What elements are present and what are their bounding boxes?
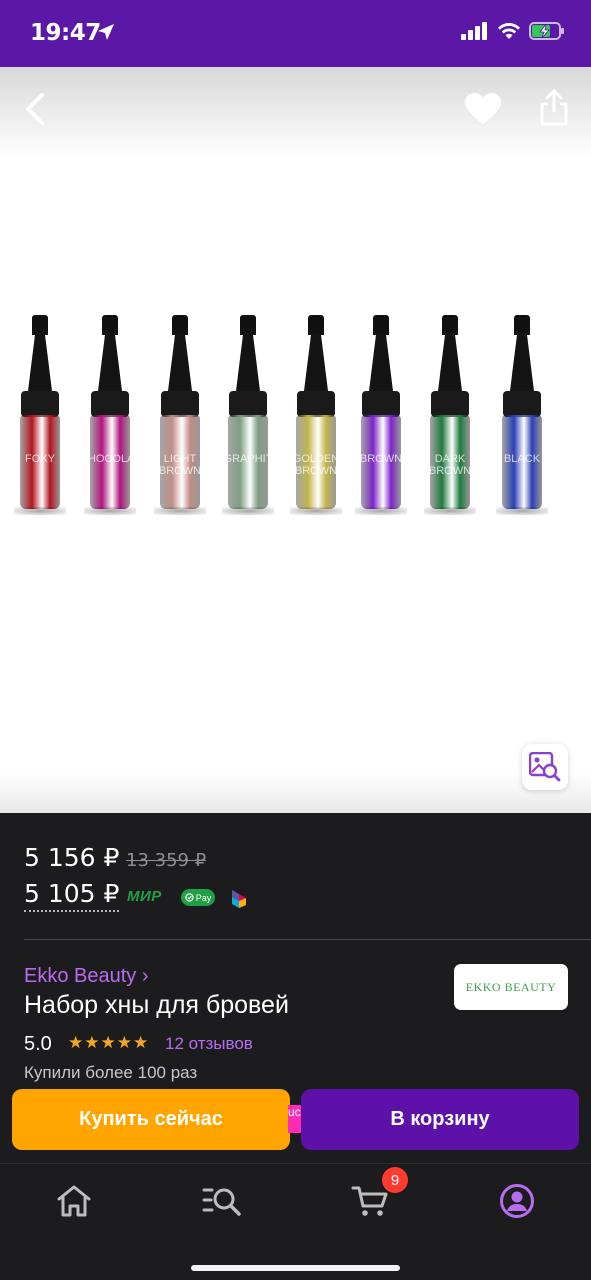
product-title: Набор хны для бровей [24,991,289,1019]
status-indicators [461,22,565,45]
divider [24,939,591,940]
reviews-link[interactable]: 12 отзывов [165,1034,253,1054]
chevron-left-icon [26,93,44,125]
cart-icon [351,1186,388,1216]
bottle: GOLDEN BROWN [290,315,342,515]
tab-profile[interactable] [497,1181,537,1221]
tab-bar: 9 [0,1163,591,1280]
product-info-panel: 5 156 ₽ 13 359 ₽ 5 105 ₽ МИР Pay Ekko Be… [0,813,591,1163]
catalog-search-icon [202,1188,241,1216]
bottle-label: FOXY [25,453,55,465]
bottle: DARK BROWN [424,315,476,515]
product-gallery[interactable]: FOXY CHOCOLAT LIGHT BROWN GRAPHIT GOLDEN BRO… [0,67,591,813]
bottle: BLACK [496,315,548,515]
share-icon [540,89,568,126]
bottle: BROWN [355,315,407,515]
add-to-cart-button[interactable]: В корзину [301,1089,579,1150]
tab-home[interactable] [54,1181,94,1221]
status-bar: 19:47 [0,0,591,67]
bottle-label: DARK BROWN [430,453,470,477]
status-time: 19:47 [30,20,101,46]
tab-catalog[interactable] [202,1181,242,1221]
cart-badge: 9 [382,1167,408,1193]
bottle-label: BROWN [361,453,401,465]
favorite-button[interactable] [464,92,502,131]
rating-stars: ★★★★★ [68,1033,150,1052]
brand-logo[interactable]: EKKO BEAUTY [454,964,568,1010]
image-search-icon [529,752,561,782]
back-button[interactable] [22,92,50,131]
wifi-icon [497,22,521,45]
home-icon [57,1185,91,1217]
product-photo-bottles: FOXY CHOCOLAT LIGHT BROWN GRAPHIT GOLDEN BRO… [0,315,591,525]
buy-now-button[interactable]: Купить сейчас [12,1089,290,1150]
bottle-label: BLACK [503,453,541,465]
cellular-signal-icon [461,22,489,45]
location-arrow-icon [96,22,116,47]
profile-icon [500,1184,534,1218]
mir-logo: МИР [127,888,162,905]
bottle-label: LIGHT BROWN [160,453,200,477]
brand-link[interactable]: Ekko Beauty › [24,965,149,988]
purchase-count: Купили более 100 раз [24,1063,198,1082]
bottle-label: GRAPHIT [228,453,268,465]
heart-icon [465,93,501,124]
sbp-logo-icon [231,889,247,914]
old-price: 13 359 ₽ [126,850,207,871]
home-indicator [191,1265,400,1271]
bottle-label: GOLDEN BROWN [296,453,336,477]
check-circle-icon [185,893,194,902]
bottle: CHOCOLAT [84,315,136,515]
spay-logo: Pay [181,889,215,906]
bottle-label: CHOCOLAT [90,453,130,465]
promo-strip: uc [288,1105,302,1133]
bottle: LIGHT BROWN [154,315,206,515]
top-fade [0,67,591,157]
bottle: GRAPHIT [222,315,274,515]
battery-charging-icon [529,22,565,45]
current-price: 5 156 ₽ [24,843,120,872]
image-search-button[interactable] [522,744,568,790]
bottom-fade [0,773,591,813]
card-price[interactable]: 5 105 ₽ [24,879,120,912]
brand-logo-text: EKKO BEAUTY [465,979,557,994]
spay-label: Pay [195,892,212,903]
bottle: FOXY [14,315,66,515]
rating-value: 5.0 [24,1033,52,1055]
share-button[interactable] [538,89,570,132]
